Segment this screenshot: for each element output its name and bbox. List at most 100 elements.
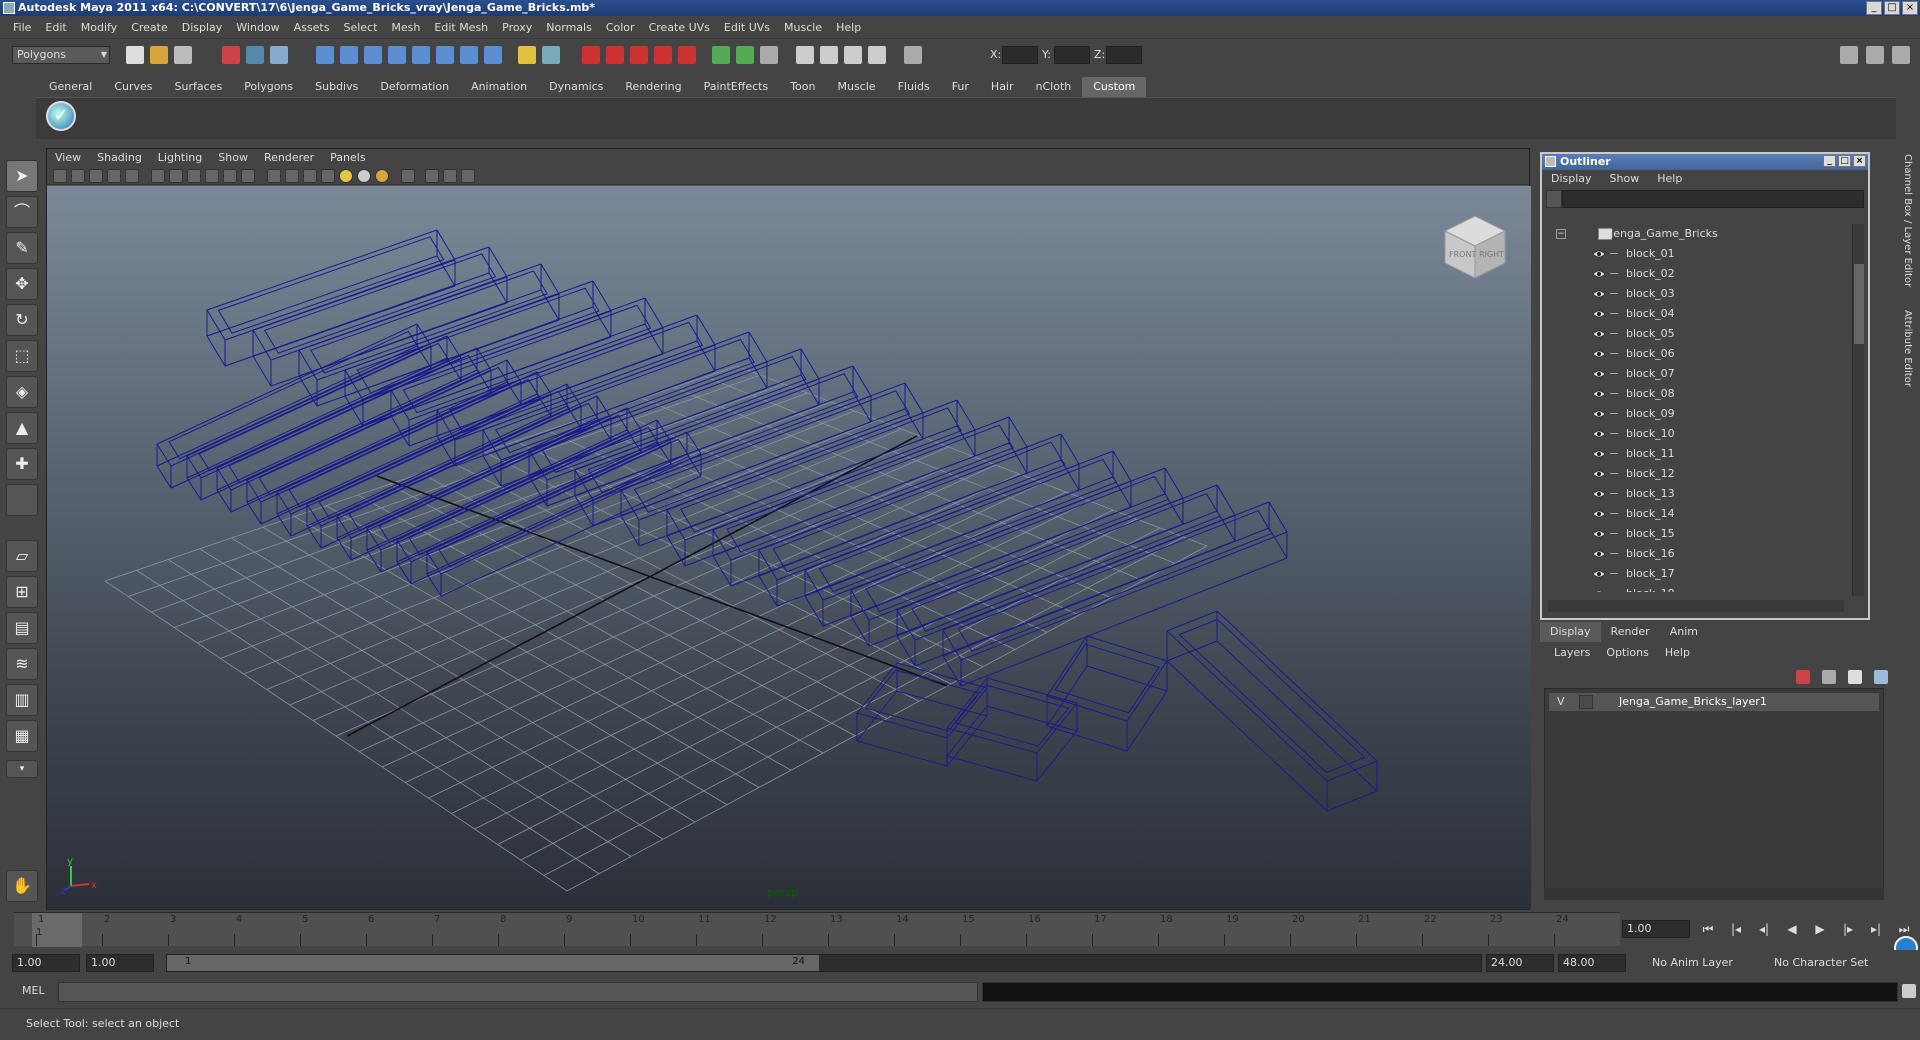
scale-tool-icon[interactable]: ⬚ [6,340,38,372]
outliner-item[interactable]: block_11 [1548,444,1848,464]
outliner-root-item[interactable]: − Jenga_Game_Bricks [1548,224,1848,244]
shelf-tab-fur[interactable]: Fur [941,77,980,97]
time-slider[interactable]: 1 1 2 3 4 5 6 7 8 9 10 11 12 13 14 15 16 17 18 19 20 21 22 23 2… [14,912,1620,947]
manipulator-tool-icon[interactable]: ◈ [6,376,38,408]
outliner-item[interactable]: block_08 [1548,384,1848,404]
shelf-tab-ncloth[interactable]: nCloth [1025,77,1083,97]
move-layer-down-icon[interactable] [1822,670,1836,684]
playback-start-field[interactable]: 1.00 [86,954,154,972]
play-forward-icon[interactable]: ▶ [1810,920,1830,938]
outliner-item[interactable]: block_14 [1548,504,1848,524]
image-plane-icon[interactable] [107,169,121,183]
safe-action-icon[interactable] [223,169,237,183]
new-scene-icon[interactable] [126,46,144,64]
menu-assets[interactable]: Assets [287,21,337,34]
render-current-icon[interactable] [582,46,600,64]
move-tool-icon[interactable]: ✥ [6,268,38,300]
menu-proxy[interactable]: Proxy [495,21,539,34]
render-view-icon[interactable] [678,46,696,64]
step-forward-key-icon[interactable]: ▸| [1866,920,1886,938]
shelf-tab-hair[interactable]: Hair [980,77,1025,97]
menu-edit-uvs[interactable]: Edit UVs [717,21,777,34]
character-set-dropdown[interactable]: No Character Set [1770,954,1890,972]
shelf-tab-polygons[interactable]: Polygons [233,77,304,97]
outliner-item[interactable]: block_16 [1548,544,1848,564]
snap-grid-icon[interactable] [316,46,334,64]
shelf-tab-toon[interactable]: Toon [779,77,826,97]
scrollbar-thumb[interactable] [1854,264,1864,344]
channel-box-toggle-icon[interactable] [760,46,778,64]
step-back-frame-icon[interactable]: ◂| [1754,920,1774,938]
menu-color[interactable]: Color [599,21,642,34]
viewport-menu-show[interactable]: Show [210,149,256,167]
attribute-editor-toggle-icon[interactable] [712,46,730,64]
menu-create-uvs[interactable]: Create UVs [642,21,717,34]
outliner-maximize-button[interactable]: □ [1838,155,1851,167]
menu-file[interactable]: File [6,21,38,34]
layer-menu-options[interactable]: Options [1598,644,1656,662]
wireframe-on-shaded-icon[interactable] [303,169,317,183]
outliner-filter-input[interactable] [1562,190,1864,208]
range-slider-thumb[interactable]: 1 24 [167,955,819,971]
shadows-icon[interactable] [375,169,389,183]
range-slider[interactable]: 1 24 [166,954,1482,972]
last-tool-icon[interactable]: ✚ [6,448,38,480]
selection-mask-icon[interactable] [542,46,560,64]
outliner-item[interactable]: block_01 [1548,244,1848,264]
anim-layer-dropdown[interactable]: No Anim Layer [1648,954,1758,972]
render-stats-icon[interactable] [844,46,862,64]
hand-icon[interactable]: ✋ [6,870,38,902]
layer-tab-render[interactable]: Render [1601,622,1660,642]
view-cube[interactable]: FRONT RIGHT [1443,215,1507,279]
outliner-menu-display[interactable]: Display [1542,170,1601,188]
input-ops-icon[interactable] [460,46,478,64]
layer-visibility-toggle[interactable]: V [1557,693,1565,711]
outliner-close-button[interactable]: × [1853,155,1866,167]
script-editor-icon[interactable] [1902,984,1916,998]
outliner-vertical-scrollbar[interactable] [1852,224,1864,596]
panel-toggle-icon[interactable] [1866,46,1884,64]
step-forward-frame-icon[interactable]: |▸ [1838,920,1858,938]
viewport-menu-panels[interactable]: Panels [322,149,373,167]
four-view-layout-icon[interactable]: ⊞ [6,576,38,608]
z-field[interactable] [1106,46,1142,64]
outliner-menu-help[interactable]: Help [1648,170,1691,188]
textured-icon[interactable] [321,169,335,183]
outliner-horizontal-scrollbar[interactable] [1548,600,1844,612]
tool-settings-toggle-icon[interactable] [736,46,754,64]
shelf-tab-fluids[interactable]: Fluids [887,77,941,97]
lock-camera-icon[interactable] [71,169,85,183]
outliner-persp-layout-icon[interactable]: ▤ [6,612,38,644]
animation-start-field[interactable]: 1.00 [12,954,80,972]
current-frame-field[interactable]: 1.00 [1622,920,1690,938]
layout-toggle-icon[interactable] [1840,46,1858,64]
smooth-shade-icon[interactable] [285,169,299,183]
menu-help[interactable]: Help [829,21,868,34]
more-layouts-chevron-icon[interactable]: ▾ [6,760,38,778]
viewport-menu-shading[interactable]: Shading [89,149,150,167]
shelf-tab-muscle[interactable]: Muscle [826,77,886,97]
select-hierarchy-icon[interactable] [222,46,240,64]
close-button[interactable]: × [1902,1,1918,15]
snapshot-icon[interactable] [868,46,886,64]
select-tool-icon[interactable]: ➤ [6,160,38,192]
select-object-icon[interactable] [246,46,264,64]
step-back-key-icon[interactable]: |◂ [1726,920,1746,938]
filter-icon[interactable] [1546,190,1562,208]
shelf-tab-painteffects[interactable]: PaintEffects [693,77,780,97]
outliner-item[interactable]: block_15 [1548,524,1848,544]
layer-tab-anim[interactable]: Anim [1660,622,1708,642]
editor-toggle-icon[interactable] [1892,46,1910,64]
outliner-item[interactable]: block_10 [1548,424,1848,444]
shelf-tab-animation[interactable]: Animation [460,77,538,97]
layer-tab-display[interactable]: Display [1540,622,1601,642]
shelf-tab-deformation[interactable]: Deformation [369,77,460,97]
menu-mesh[interactable]: Mesh [384,21,427,34]
menu-select[interactable]: Select [336,21,384,34]
shelf-tab-general[interactable]: General [38,77,103,97]
default-lighting-icon[interactable] [339,169,353,183]
bookmarks-icon[interactable] [89,169,103,183]
graph-persp-layout-icon[interactable]: ≋ [6,648,38,680]
menu-set-dropdown[interactable]: Polygons ▼ [12,46,110,64]
layer-menu-help[interactable]: Help [1657,644,1698,662]
